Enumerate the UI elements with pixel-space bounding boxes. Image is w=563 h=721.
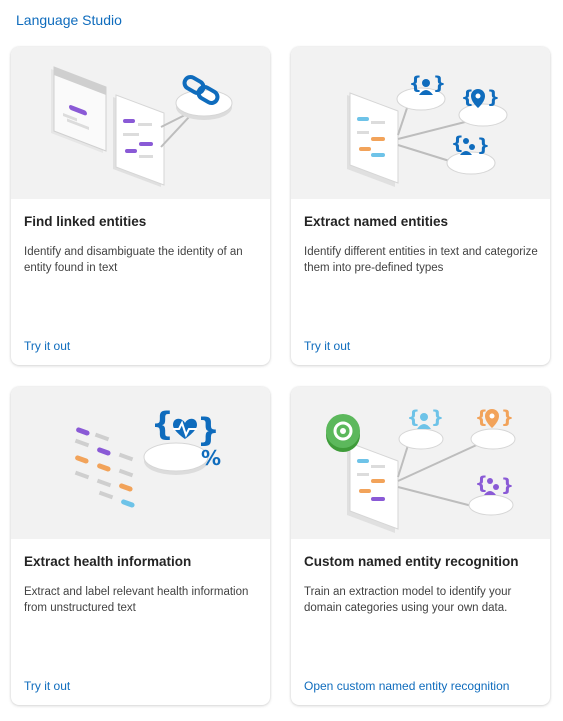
svg-text:}: } <box>487 87 500 108</box>
svg-text:{: { <box>475 473 488 494</box>
open-custom-ner-link[interactable]: Open custom named entity recognition <box>304 679 509 693</box>
svg-text:{: { <box>407 407 420 428</box>
document-icon <box>347 92 399 187</box>
svg-text:{: { <box>151 405 174 443</box>
health-heart-icon: { } <box>151 405 220 449</box>
svg-text:{: { <box>409 73 422 94</box>
card-find-linked-entities[interactable]: Find linked entities Identify and disamb… <box>11 47 270 365</box>
person-entity-icon: { } <box>407 407 444 429</box>
people-entity-icon: { } <box>475 473 514 496</box>
document-icon <box>113 94 165 187</box>
card-extract-named-entities[interactable]: { } { } { } Extract named entities Ident… <box>291 47 550 365</box>
svg-text:}: } <box>477 135 490 156</box>
card-title: Extract health information <box>24 554 192 569</box>
document-stack-icon <box>51 66 107 153</box>
text-lines-graphic <box>74 427 135 508</box>
svg-text:}: } <box>501 475 514 496</box>
location-entity-icon: { } <box>475 407 514 428</box>
percent-icon: % <box>201 446 221 470</box>
app-title[interactable]: Language Studio <box>16 12 122 28</box>
card-extract-health-information[interactable]: { } % Extract health information Extract… <box>11 387 270 705</box>
svg-text:}: } <box>431 407 444 428</box>
svg-text:}: } <box>501 407 514 428</box>
card-illustration: { } { } { } <box>291 47 550 199</box>
card-title: Custom named entity recognition <box>304 554 519 569</box>
card-description: Train an extraction model to identify yo… <box>304 586 512 614</box>
card-illustration <box>11 47 270 199</box>
svg-text:}: } <box>197 411 220 449</box>
card-description: Identify and disambiguate the identity o… <box>24 246 243 274</box>
card-illustration: { } % <box>11 387 270 539</box>
try-it-out-link[interactable]: Try it out <box>304 339 350 353</box>
person-entity-icon: { } <box>409 73 446 95</box>
card-description: Extract and label relevant health inform… <box>24 586 249 614</box>
card-title: Find linked entities <box>24 214 147 229</box>
card-title: Extract named entities <box>304 214 449 229</box>
card-illustration: { } { } { } <box>291 387 550 539</box>
gear-settings-icon <box>326 414 360 452</box>
try-it-out-link[interactable]: Try it out <box>24 679 70 693</box>
svg-text:}: } <box>433 73 446 94</box>
card-description: Identify different entities in text and … <box>304 246 538 274</box>
try-it-out-link[interactable]: Try it out <box>24 339 70 353</box>
document-icon <box>347 442 399 533</box>
card-custom-named-entity-recognition[interactable]: { } { } { } Custom named entity recognit… <box>291 387 550 705</box>
svg-text:{: { <box>451 133 464 154</box>
location-entity-icon: { } <box>461 87 500 108</box>
